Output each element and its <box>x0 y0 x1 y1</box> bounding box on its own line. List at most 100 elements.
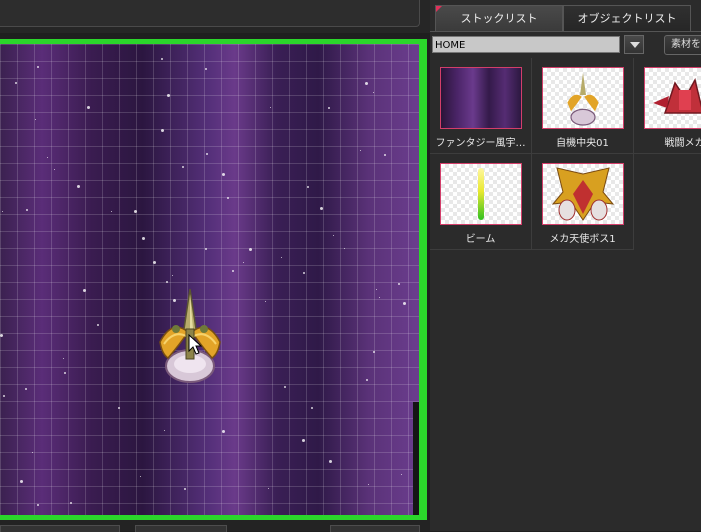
star <box>32 452 33 453</box>
canvas-edge-shadow <box>413 402 419 515</box>
star <box>222 173 225 176</box>
star <box>403 302 406 305</box>
star <box>153 261 156 264</box>
star <box>63 358 64 359</box>
star <box>205 248 207 250</box>
star <box>47 157 48 158</box>
stock-item-battle-mech[interactable]: 戦闘メカ <box>634 58 701 154</box>
star <box>373 351 375 353</box>
star <box>2 211 3 212</box>
star <box>284 386 286 388</box>
star <box>0 334 3 337</box>
tab-stock-list[interactable]: ストックリスト <box>435 5 563 32</box>
star <box>184 488 186 490</box>
star <box>373 92 374 93</box>
star <box>172 275 173 276</box>
tab-object-list-label: オブジェクトリスト <box>577 12 677 25</box>
star <box>26 209 28 211</box>
stock-item-label: 自機中央01 <box>556 138 609 149</box>
star <box>164 430 165 431</box>
star <box>227 197 229 199</box>
space-background-thumbnail <box>440 67 522 129</box>
star <box>205 68 207 70</box>
star <box>167 94 170 97</box>
star <box>25 388 27 390</box>
star <box>360 150 361 151</box>
star <box>303 272 305 274</box>
star <box>111 211 112 212</box>
star <box>35 119 36 120</box>
star <box>311 407 313 409</box>
star <box>368 484 369 485</box>
stock-item-fantasy-space[interactable]: ファンタジー風宇… <box>430 58 532 154</box>
star <box>206 153 208 155</box>
star <box>77 185 80 188</box>
chevron-down-icon[interactable] <box>624 35 644 54</box>
star <box>243 262 244 263</box>
star <box>328 107 330 109</box>
stock-item-label: ファンタジー風宇… <box>435 138 526 149</box>
star <box>365 82 368 85</box>
star <box>344 248 345 249</box>
star <box>161 58 163 60</box>
star <box>54 169 55 170</box>
tab-divider <box>430 31 701 32</box>
star <box>320 207 323 210</box>
star <box>232 270 234 272</box>
stock-item-grid: ファンタジー風宇… 自機中央01 戦闘メカ ビーム メカ天使ボス1 <box>430 58 701 531</box>
folder-select[interactable]: HOME <box>432 36 620 53</box>
star <box>265 301 266 302</box>
star <box>366 379 368 381</box>
star <box>3 395 5 397</box>
star <box>140 476 141 477</box>
star <box>20 480 23 483</box>
battle-mech-thumbnail <box>644 67 701 129</box>
star <box>307 186 309 188</box>
star <box>134 210 137 213</box>
star <box>302 439 305 442</box>
tab-object-list[interactable]: オブジェクトリスト <box>563 5 691 32</box>
stage-canvas[interactable] <box>0 44 419 515</box>
mouse-cursor-icon <box>188 334 203 355</box>
star <box>249 248 252 251</box>
editor-top-bar <box>0 0 430 33</box>
star <box>118 407 120 409</box>
star <box>166 281 168 283</box>
star <box>379 297 380 298</box>
star <box>37 66 39 68</box>
top-toolbar-panel <box>0 0 420 27</box>
active-tab-marker <box>436 6 442 12</box>
star <box>384 154 386 156</box>
star <box>37 504 39 506</box>
beam-thumbnail <box>440 163 522 225</box>
stock-item-label: 戦闘メカ <box>664 138 701 149</box>
stock-item-label: メカ天使ボス1 <box>549 234 616 245</box>
star <box>87 106 90 109</box>
stock-item-beam[interactable]: ビーム <box>430 154 532 250</box>
star <box>222 430 225 433</box>
tab-stock-list-label: ストックリスト <box>460 12 538 25</box>
star <box>70 502 72 504</box>
star <box>161 129 164 132</box>
star <box>97 324 99 326</box>
star <box>64 372 66 374</box>
star <box>329 460 332 463</box>
mecha-angel-boss-thumbnail <box>542 163 624 225</box>
star <box>270 107 271 108</box>
star <box>268 488 269 489</box>
star <box>376 289 377 290</box>
add-material-button[interactable]: 素材を追 <box>664 35 701 55</box>
star <box>398 283 400 285</box>
stock-item-mecha-angel-boss[interactable]: メカ天使ボス1 <box>532 154 634 250</box>
star <box>182 166 184 168</box>
star <box>83 289 86 292</box>
editor-bottom-bar <box>0 520 430 532</box>
stock-item-label: ビーム <box>465 234 496 245</box>
star <box>142 237 145 240</box>
star <box>333 235 334 236</box>
stock-item-player-ship[interactable]: 自機中央01 <box>532 58 634 154</box>
asset-panel: ストックリスト オブジェクトリスト HOME 素材を追 ファンタジー風宇… 自機… <box>430 0 701 531</box>
star <box>15 82 17 84</box>
player-ship-thumbnail <box>542 67 624 129</box>
star <box>281 257 282 258</box>
